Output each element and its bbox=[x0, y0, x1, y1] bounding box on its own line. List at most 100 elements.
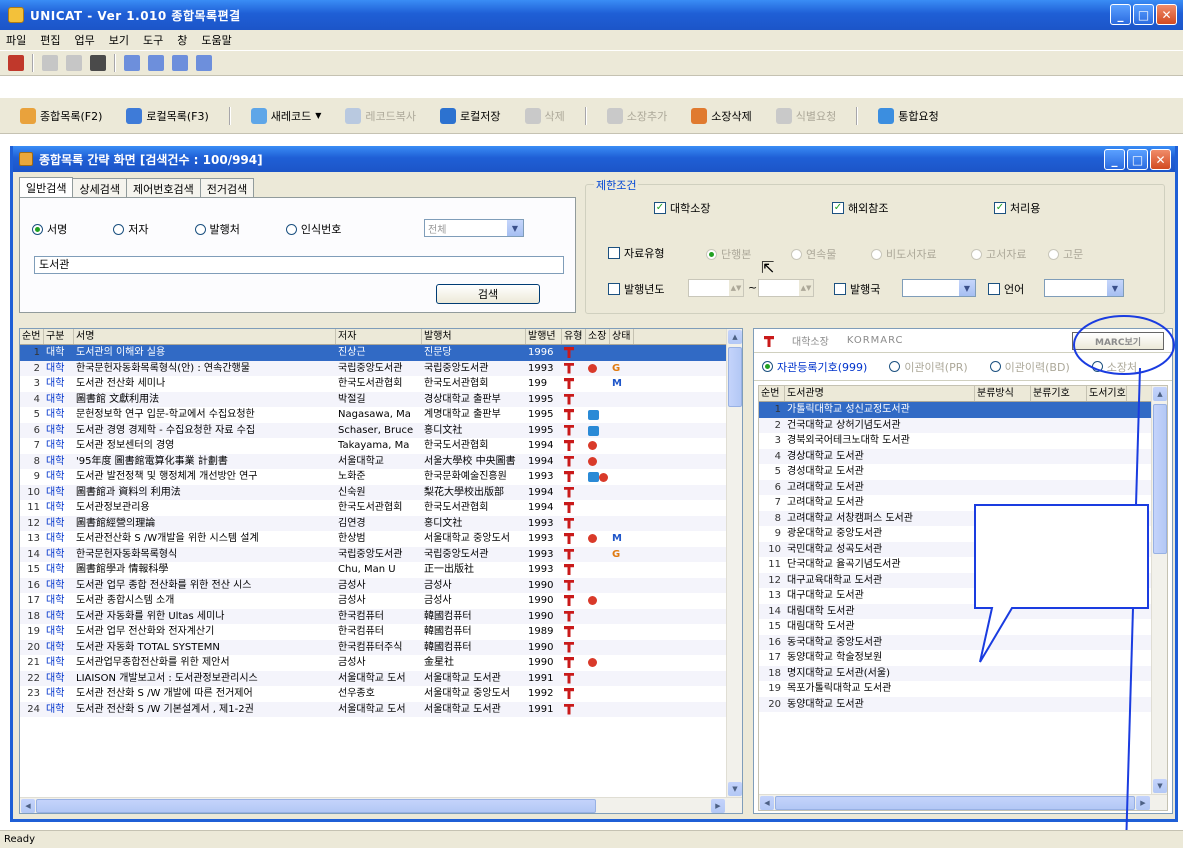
table-row[interactable]: 23 대학 도서관 전산화 S /W 개발에 따른 전거제어 선우종호 서울대학교 중앙… bbox=[20, 686, 742, 702]
table-row[interactable]: 14 대학 한국문헌자동화목록형식 국립중앙도서관 국립중앙도서관 1993 G bbox=[20, 546, 742, 562]
result-vertical-scrollbar[interactable]: ▲ ▼ bbox=[726, 329, 742, 797]
minimize-button[interactable]: _ bbox=[1110, 4, 1131, 25]
table-row[interactable]: 15 대학 圖書館學과 情報科學 Chu, Man U 正一出版社 1993 bbox=[20, 562, 742, 578]
copy-icon[interactable] bbox=[42, 55, 58, 71]
column-header[interactable]: 발행처 bbox=[422, 329, 526, 344]
column-header[interactable]: 순번 bbox=[20, 329, 44, 344]
scroll-up-arrow[interactable]: ▲ bbox=[728, 330, 742, 344]
list-item[interactable]: 6 고려대학교 도서관 bbox=[759, 479, 1167, 495]
holdings-horizontal-scrollbar[interactable]: ◀ ▶ bbox=[759, 794, 1167, 810]
scroll-left-arrow[interactable]: ◀ bbox=[21, 799, 35, 813]
radio-search-0[interactable]: 서명 bbox=[32, 221, 67, 237]
table-row[interactable]: 2 대학 한국문헌자동화목록형식(안) : 연속간행물 국립중앙도서관 국립중앙도서관 1… bbox=[20, 360, 742, 376]
child-minimize-button[interactable]: _ bbox=[1104, 149, 1125, 170]
toolbar-button-4[interactable]: 로컬저장 bbox=[430, 103, 510, 129]
radio-holdings-3[interactable]: 소장처 bbox=[1091, 359, 1137, 375]
toolbar-button-6[interactable]: 소장추가 bbox=[597, 103, 677, 129]
radio-search-1[interactable]: 저자 bbox=[113, 221, 149, 237]
table-row[interactable]: 12 대학 圖書館經營의理論 김연경 홍디文社 1993 bbox=[20, 515, 742, 531]
column-header[interactable]: 소장 bbox=[586, 329, 610, 344]
radio-holdings-0[interactable]: 자관등록기호(999) bbox=[762, 359, 867, 375]
scroll-left-arrow[interactable]: ◀ bbox=[760, 796, 774, 810]
list-item[interactable]: 20 동양대학교 도서관 bbox=[759, 696, 1167, 712]
maximize-button[interactable]: □ bbox=[1133, 4, 1154, 25]
first-record-icon[interactable] bbox=[124, 55, 140, 71]
list-item[interactable]: 5 경성대학교 도서관 bbox=[759, 464, 1167, 480]
column-header[interactable]: 유형 bbox=[562, 329, 586, 344]
table-row[interactable]: 22 대학 LIAISON 개발보고서 : 도서관정보관리시스 서울대학교 도서 서울대… bbox=[20, 670, 742, 686]
radio-nonbook[interactable]: 비도서자료 bbox=[871, 246, 937, 262]
year-from-spinner[interactable]: ▲▼ bbox=[688, 279, 744, 297]
check-country[interactable]: 발행국 bbox=[834, 281, 880, 297]
column-header[interactable]: 상태 bbox=[610, 329, 634, 344]
menu-item-0[interactable]: 파일 bbox=[6, 32, 26, 48]
list-item[interactable]: 4 경상대학교 도서관 bbox=[759, 448, 1167, 464]
radio-search-2[interactable]: 발행처 bbox=[194, 221, 240, 237]
list-item[interactable]: 17 동양대학교 학술정보원 bbox=[759, 650, 1167, 666]
toolbar-button-1[interactable]: 로컬목록(F3) bbox=[116, 103, 218, 129]
table-row[interactable]: 5 대학 문헌정보학 연구 입문-학교에서 수집요청한 Nagasawa, Ma 계명대… bbox=[20, 407, 742, 423]
list-item[interactable]: 15 대림대학 도서관 bbox=[759, 619, 1167, 635]
radio-serial[interactable]: 연속물 bbox=[791, 246, 836, 262]
list-item[interactable]: 2 건국대학교 상허기념도서관 bbox=[759, 417, 1167, 433]
list-item[interactable]: 14 대림대학 도서관 bbox=[759, 603, 1167, 619]
list-item[interactable]: 12 대구교육대학교 도서관 bbox=[759, 572, 1167, 588]
column-header[interactable]: 순번 bbox=[759, 386, 785, 401]
toolbar-button-2[interactable]: 새레코드 ▼ bbox=[241, 103, 332, 129]
toolbar-button-5[interactable]: 삭제 bbox=[515, 103, 575, 129]
table-row[interactable]: 21 대학 도서관업무종합전산화를 위한 제안서 금성사 金星社 1990 bbox=[20, 655, 742, 671]
check-pub-year[interactable]: 발행년도 bbox=[608, 281, 664, 297]
menu-item-2[interactable]: 업무 bbox=[75, 32, 95, 48]
column-header[interactable]: 서명 bbox=[74, 329, 336, 344]
toolbar-button-9[interactable]: 통합요청 bbox=[868, 103, 948, 129]
table-row[interactable]: 18 대학 도서관 자동화를 위한 Ultas 세미나 한국컴퓨터 韓國컴퓨터 1990 bbox=[20, 608, 742, 624]
tab-kormarc[interactable]: KORMARC bbox=[847, 335, 904, 346]
menu-item-5[interactable]: 창 bbox=[177, 32, 187, 48]
radio-search-3[interactable]: 인식번호 bbox=[285, 221, 341, 237]
tab-university-holdings[interactable]: 대학소장 bbox=[792, 333, 829, 348]
radio-holdings-1[interactable]: 이관이력(PR) bbox=[889, 359, 968, 375]
last-record-icon[interactable] bbox=[196, 55, 212, 71]
toolbar-button-3[interactable]: 레코드복사 bbox=[335, 103, 426, 129]
check-language[interactable]: 언어 bbox=[988, 281, 1024, 297]
table-row[interactable]: 4 대학 圖書館 文獻利用法 박절길 경상대학교 출판부 1995 bbox=[20, 391, 742, 407]
search-button[interactable]: 검색 bbox=[436, 284, 540, 304]
check-university[interactable]: ✓ 대학소장 bbox=[654, 200, 710, 216]
list-item[interactable]: 3 경북외국어테크노대학 도서관 bbox=[759, 433, 1167, 449]
scroll-up-arrow[interactable]: ▲ bbox=[1153, 387, 1167, 401]
check-material-type[interactable]: 자료유형 bbox=[608, 245, 664, 261]
list-item[interactable]: 8 고려대학교 서창캠퍼스 도서관 bbox=[759, 510, 1167, 526]
year-to-spinner[interactable]: ▲▼ bbox=[758, 279, 814, 297]
radio-holdings-2[interactable]: 이관이력(BD) bbox=[989, 359, 1070, 375]
prev-record-icon[interactable] bbox=[148, 55, 164, 71]
table-row[interactable]: 13 대학 도서관전산화 S /W개발을 위한 시스템 설계 한상범 서울대학교 중앙도… bbox=[20, 531, 742, 547]
child-close-button[interactable]: ✕ bbox=[1150, 149, 1171, 170]
list-item[interactable]: 19 목포가톨릭대학교 도서관 bbox=[759, 681, 1167, 697]
list-item[interactable]: 10 국민대학교 성곡도서관 bbox=[759, 541, 1167, 557]
result-grid[interactable]: 순번 구분 서명 저자 발행처 발행년 유형 소장 상태 1 대학 도서관의 이해와 실용 진상근 진문… bbox=[19, 328, 743, 814]
scroll-down-arrow[interactable]: ▼ bbox=[1153, 779, 1167, 793]
column-header[interactable]: 분류방식 bbox=[975, 386, 1031, 401]
next-record-icon[interactable] bbox=[172, 55, 188, 71]
list-item[interactable]: 18 명지대학교 도서관(서울) bbox=[759, 665, 1167, 681]
paste-icon[interactable] bbox=[66, 55, 82, 71]
table-row[interactable]: 7 대학 도서관 정보센터의 경영 Takayama, Ma 한국도서관협회 1994 bbox=[20, 438, 742, 454]
scroll-right-arrow[interactable]: ▶ bbox=[711, 799, 725, 813]
table-row[interactable]: 20 대학 도서관 자동화 TOTAL SYSTEMN 한국컴퓨터주식 韓國컴퓨터 199… bbox=[20, 639, 742, 655]
help-book-icon[interactable] bbox=[8, 55, 24, 71]
close-button[interactable]: ✕ bbox=[1156, 4, 1177, 25]
menu-item-6[interactable]: 도움말 bbox=[201, 32, 231, 48]
table-row[interactable]: 24 대학 도서관 전산화 S /W 기본설계서 , 제1-2권 서울대학교 도서 서울… bbox=[20, 701, 742, 717]
check-processing[interactable]: ✓ 처리용 bbox=[994, 200, 1040, 216]
id-type-select[interactable]: 전체 ▼ bbox=[424, 219, 524, 237]
scroll-down-arrow[interactable]: ▼ bbox=[728, 782, 742, 796]
column-header[interactable]: 분류기호 bbox=[1031, 386, 1087, 401]
holdings-vertical-scrollbar[interactable]: ▲ ▼ bbox=[1151, 386, 1167, 794]
marc-view-button[interactable]: MARC보기 bbox=[1072, 332, 1164, 350]
table-row[interactable]: 3 대학 도서관 전산화 세미나 한국도서관협회 한국도서관협회 199 M bbox=[20, 376, 742, 392]
toolbar-button-0[interactable]: 종합목록(F2) bbox=[10, 103, 112, 129]
table-row[interactable]: 17 대학 도서관 종합시스템 소개 금성사 금성사 1990 bbox=[20, 593, 742, 609]
search-input[interactable]: 도서관 bbox=[34, 256, 564, 274]
table-row[interactable]: 16 대학 도서관 업무 종합 전산화를 위한 전산 시스 금성사 금성사 1990 bbox=[20, 577, 742, 593]
list-item[interactable]: 13 대구대학교 도서관 bbox=[759, 588, 1167, 604]
